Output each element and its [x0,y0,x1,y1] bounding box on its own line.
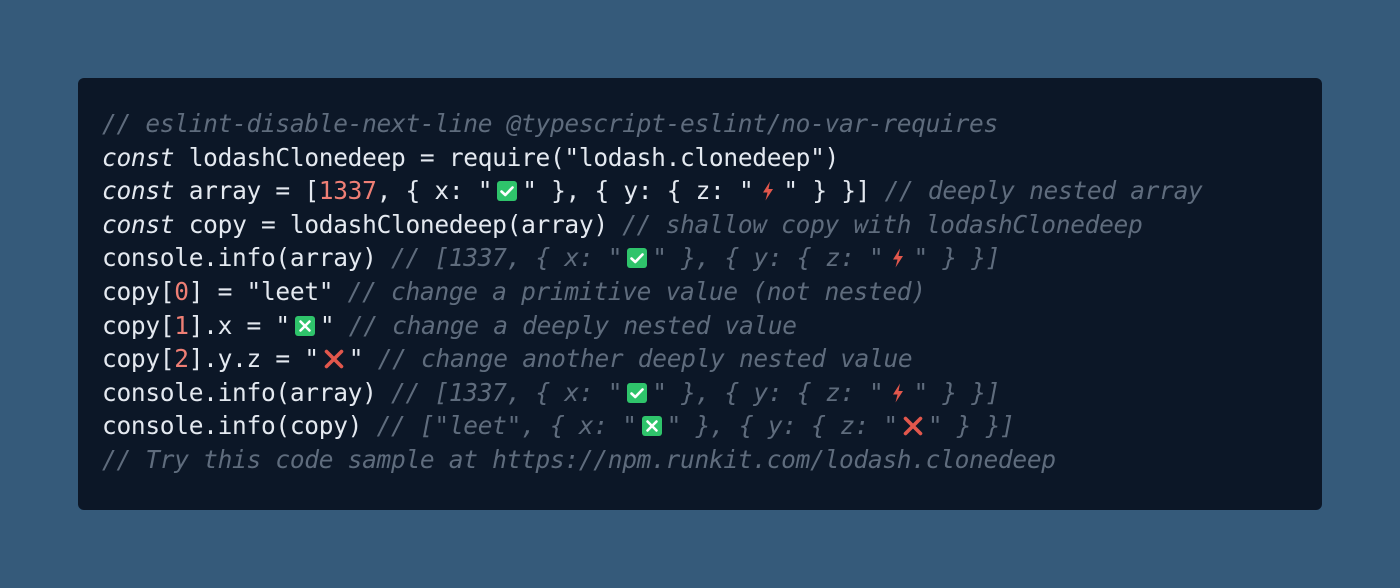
code-line: console.info(copy) // ["leet", { x: " " }… [102,409,1322,443]
code-text: ].x = " [188,310,290,340]
code-text: ] = "leet" [188,276,348,306]
code-comment: // change a deeply nested value [348,310,797,340]
code-number: 0 [174,276,189,306]
code-line: // eslint-disable-next-line @typescript-… [102,107,1322,141]
code-text: copy = lodashClonedeep(array) [174,209,623,239]
code-text: array = [ [174,176,319,206]
code-comment: " } }] [913,243,1001,273]
code-comment: // deeply nested array [884,176,1203,206]
code-text: copy[ [102,310,175,340]
code-number: 1 [174,310,189,340]
lightning-bolt-icon [757,180,779,202]
code-text: copy[ [102,276,175,306]
code-text: console.info(array) [102,377,392,407]
code-line: const array = [1337, { x: " " }, { y: { z… [102,174,1322,208]
code-comment: " }, { y: { z: " [652,243,884,273]
code-comment: // change another deeply nested value [377,344,913,374]
code-text: " [319,310,349,340]
code-keyword: const [102,209,175,239]
lightning-bolt-icon [887,382,909,404]
cross-mark-icon [323,348,345,370]
code-comment: " } }] [927,411,1015,441]
code-text: console.info(array) [102,243,392,273]
code-snippet-window: // eslint-disable-next-line @typescript-… [78,78,1322,510]
code-line: const lodashClonedeep = require("lodash.… [102,141,1322,175]
code-comment: // Try this code sample at https://npm.r… [102,444,1056,474]
code-text: , { x: " [376,176,493,206]
code-text: console.info(copy) [102,411,377,441]
code-text: " [348,344,378,374]
code-text: copy[ [102,344,175,374]
code-keyword: const [102,142,175,172]
check-mark-button-icon [626,247,648,269]
code-block: // eslint-disable-next-line @typescript-… [102,107,1322,477]
code-text: " }, { y: { z: " [522,176,754,206]
code-comment: // [1337, { x: " [391,243,623,273]
code-line: console.info(array) // [1337, { x: " " },… [102,241,1322,275]
code-line: const copy = lodashClonedeep(array) // s… [102,208,1322,242]
lightning-bolt-icon [887,247,909,269]
code-comment: " }, { y: { z: " [652,377,884,407]
code-line: copy[2].y.z = " " // change another deepl… [102,342,1322,376]
cross-mark-icon [902,415,924,437]
code-text: ].y.z = " [188,344,319,374]
code-keyword: const [102,176,175,206]
code-comment: // [1337, { x: " [391,377,623,407]
code-text: " } }] [783,176,885,206]
code-comment: " } }] [913,377,1001,407]
code-line: console.info(array) // [1337, { x: " " },… [102,376,1322,410]
code-comment: // change a primitive value (not nested) [347,276,926,306]
check-mark-button-icon [496,180,518,202]
code-line: // Try this code sample at https://npm.r… [102,443,1322,477]
code-number: 1337 [318,176,377,206]
code-number: 2 [174,344,189,374]
code-comment: // eslint-disable-next-line @typescript-… [102,109,998,138]
code-line: copy[0] = "leet" // change a primitive v… [102,275,1322,309]
check-mark-button-icon [626,382,648,404]
cross-mark-button-icon [294,315,316,337]
cross-mark-button-icon [641,415,663,437]
code-comment: // shallow copy with lodashClonedeep [622,209,1143,239]
code-line: copy[1].x = " " // change a deeply nested… [102,309,1322,343]
code-comment: " }, { y: { z: " [666,411,899,441]
code-comment: // ["leet", { x: " [376,411,637,441]
code-text: lodashClonedeep = require("lodash.cloned… [174,142,840,172]
